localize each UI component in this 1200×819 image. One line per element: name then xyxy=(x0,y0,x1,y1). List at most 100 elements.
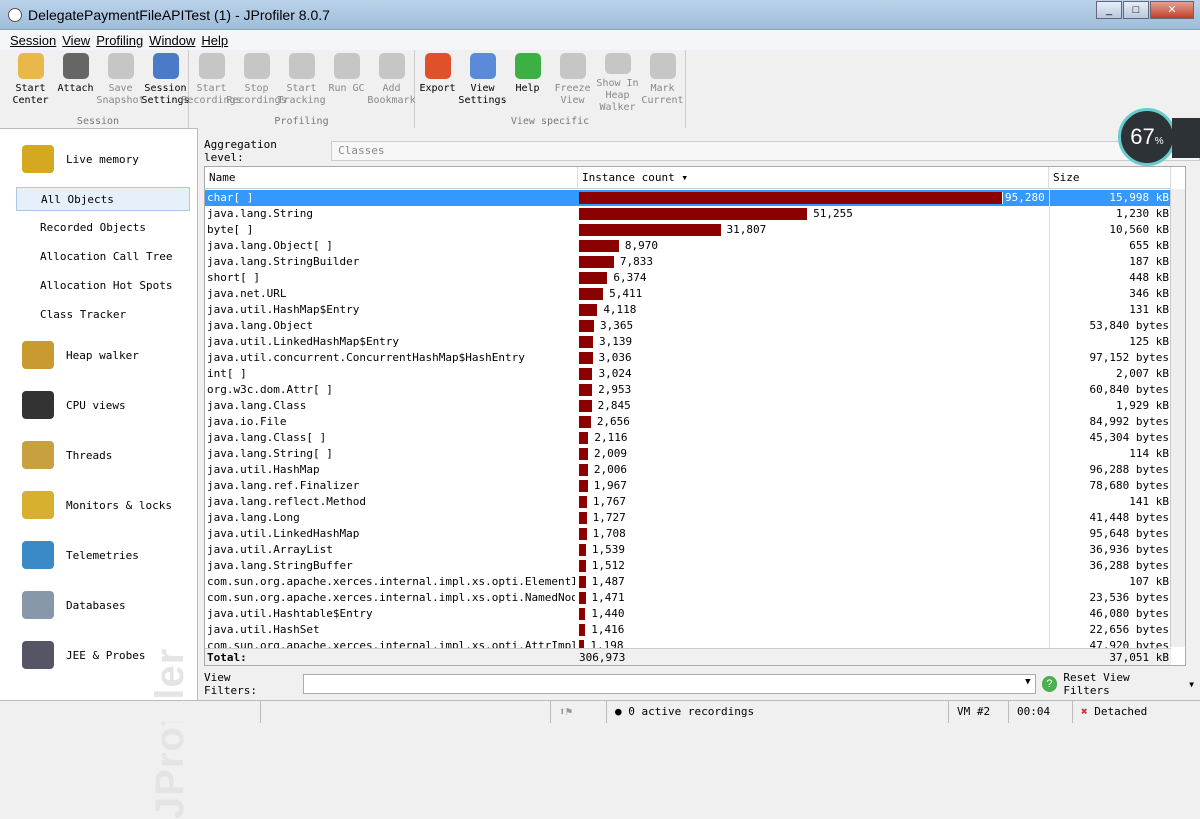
table-row[interactable]: java.util.ArrayList 1,539 36,936 bytes xyxy=(205,542,1171,558)
toolbar-buttons: Export View Settings Help Freeze View Show In H… xyxy=(415,50,685,114)
table-row[interactable]: java.util.concurrent.ConcurrentHashMap$H… xyxy=(205,350,1171,366)
instance-count-bar xyxy=(579,576,586,588)
table-row[interactable]: java.lang.StringBuilder 7,833 187 kB xyxy=(205,254,1171,270)
sidebar-subitem-all-objects[interactable]: All Objects xyxy=(16,187,190,211)
reset-view-filters-button[interactable]: ? Reset View Filters ▼ xyxy=(1041,671,1194,697)
instance-count: 6,374 xyxy=(613,271,647,284)
close-button[interactable]: ✕ xyxy=(1150,1,1194,19)
table-row[interactable]: java.util.HashSet 1,416 22,656 bytes xyxy=(205,622,1171,638)
export-button[interactable]: Export xyxy=(415,50,460,114)
sidebar-item-cpu-views[interactable]: CPU views xyxy=(22,391,126,419)
table-row[interactable]: java.util.LinkedHashMap 1,708 95,648 bytes xyxy=(205,526,1171,542)
toolbar-buttons: Start Center Attach Save Snapshot Session Sett… xyxy=(8,50,190,114)
instance-count-bar xyxy=(579,400,592,412)
instance-count: 2,953 xyxy=(598,383,632,396)
add-bookmark-button[interactable]: Add Bookmark xyxy=(367,50,416,114)
size: 655 kB xyxy=(1049,238,1169,254)
menu-help[interactable]: Help xyxy=(201,33,228,48)
instance-count: 3,024 xyxy=(598,367,632,380)
table-row[interactable]: java.lang.Class[ ] 2,116 45,304 bytes xyxy=(205,430,1171,446)
aggregation-select[interactable]: Classes xyxy=(331,141,1200,161)
sidebar-item-monitors-locks[interactable]: Monitors & locks xyxy=(22,491,172,519)
table-row[interactable]: java.lang.Object[ ] 8,970 655 kB xyxy=(205,238,1171,254)
table-row[interactable]: short[ ] 6,374 448 kB xyxy=(205,270,1171,286)
table-row[interactable]: char[ ] 95,280 15,998 kB xyxy=(205,190,1171,206)
sidebar-subitem-class-tracker[interactable]: Class Tracker xyxy=(16,303,190,327)
table-row[interactable]: com.sun.org.apache.xerces.internal.impl.… xyxy=(205,574,1171,590)
table-row[interactable]: java.util.HashMap 2,006 96,288 bytes xyxy=(205,462,1171,478)
table-row[interactable]: com.sun.org.apache.xerces.internal.impl.… xyxy=(205,638,1171,648)
table-row[interactable]: com.sun.org.apache.xerces.internal.impl.… xyxy=(205,590,1171,606)
sidebar-item-heap-walker[interactable]: Heap walker xyxy=(22,341,139,369)
table-row[interactable]: java.lang.reflect.Method 1,767 141 kB xyxy=(205,494,1171,510)
chevron-down-icon[interactable]: ▼ xyxy=(1189,680,1194,689)
heap-walker-icon xyxy=(604,53,631,74)
table-row[interactable]: java.lang.Class 2,845 1,929 kB xyxy=(205,398,1171,414)
record-icon xyxy=(198,53,225,79)
table-row[interactable]: java.io.File 2,656 84,992 bytes xyxy=(205,414,1171,430)
instance-count: 1,198 xyxy=(590,639,624,648)
table-row[interactable]: java.lang.Long 1,727 41,448 bytes xyxy=(205,510,1171,526)
mark-current-button[interactable]: Mark Current xyxy=(640,50,685,114)
sidebar-subitem-recorded-objects[interactable]: Recorded Objects xyxy=(16,216,190,240)
start-tracking-button[interactable]: Start Tracking xyxy=(277,50,326,114)
instance-count: 1,767 xyxy=(592,495,626,508)
instance-count-bar xyxy=(579,352,593,364)
button-label: Start xyxy=(286,83,317,94)
save-snapshot-button[interactable]: Save Snapshot xyxy=(96,50,145,114)
freeze-view-button[interactable]: Freeze View xyxy=(550,50,595,114)
table-row[interactable]: java.lang.Object 3,365 53,840 bytes xyxy=(205,318,1171,334)
table-row[interactable]: java.lang.ref.Finalizer 1,967 78,680 bytes xyxy=(205,478,1171,494)
size: 95,648 bytes xyxy=(1049,526,1169,542)
column-instance-count[interactable]: Instance count ▾ xyxy=(578,167,1049,189)
table-row[interactable]: java.lang.String[ ] 2,009 114 kB xyxy=(205,446,1171,462)
sidebar-item-jee-probes[interactable]: JEE & Probes xyxy=(22,641,145,669)
instance-count-bar xyxy=(579,544,586,556)
table-row[interactable]: byte[ ] 31,807 10,560 kB xyxy=(205,222,1171,238)
connection-status: ✖ Detached xyxy=(1072,701,1200,723)
class-name: java.util.Hashtable$Entry xyxy=(207,607,373,620)
stop-recordings-button[interactable]: Stop Recordings xyxy=(226,50,287,114)
sidebar-subitem-allocation-hot-spots[interactable]: Allocation Hot Spots xyxy=(16,274,190,298)
column-size[interactable]: Size xyxy=(1049,167,1171,189)
sidebar-item-live-memory[interactable]: Live memory xyxy=(22,145,139,173)
table-row[interactable]: org.w3c.dom.Attr[ ] 2,953 60,840 bytes xyxy=(205,382,1171,398)
run-gc-button[interactable]: Run GC xyxy=(324,50,369,114)
instance-count-bar xyxy=(579,496,587,508)
view-filters-input[interactable]: ▼ xyxy=(303,674,1036,694)
class-name: java.util.LinkedHashMap$Entry xyxy=(207,335,400,348)
minimize-button[interactable]: _ xyxy=(1096,1,1122,19)
menu-view[interactable]: View xyxy=(62,33,90,48)
menu-session[interactable]: Session xyxy=(10,33,56,48)
view-settings-button[interactable]: View Settings xyxy=(458,50,507,114)
table-row[interactable]: java.util.Hashtable$Entry 1,440 46,080 byt… xyxy=(205,606,1171,622)
sidebar-item-label: JEE & Probes xyxy=(66,648,146,662)
maximize-button[interactable]: □ xyxy=(1123,1,1149,19)
menu-bar: Session View Profiling Window Help xyxy=(0,30,1200,50)
instance-count-bar xyxy=(579,640,585,648)
table-row[interactable]: java.lang.String 51,255 1,230 kB xyxy=(205,206,1171,222)
button-label: Help xyxy=(515,83,540,94)
sidebar-item-threads[interactable]: Threads xyxy=(22,441,112,469)
menu-window[interactable]: Window xyxy=(149,33,195,48)
sidebar-item-telemetries[interactable]: Telemetries xyxy=(22,541,139,569)
column-name[interactable]: Name xyxy=(205,167,578,189)
vertical-scrollbar[interactable] xyxy=(1170,189,1185,647)
heap-walker-icon xyxy=(22,341,54,369)
table-row[interactable]: java.lang.StringBuffer 1,512 36,288 bytes xyxy=(205,558,1171,574)
table-row[interactable]: java.net.URL 5,411 346 kB xyxy=(205,286,1171,302)
instance-count-bar xyxy=(579,384,593,396)
table-row[interactable]: int[ ] 3,024 2,007 kB xyxy=(205,366,1171,382)
show-in-heap-walker-button[interactable]: Show In Heap Walker xyxy=(595,50,640,114)
sidebar-subitem-allocation-call-tree[interactable]: Allocation Call Tree xyxy=(16,245,190,269)
help-button[interactable]: Help xyxy=(505,50,550,114)
start-center-button[interactable]: Start Center xyxy=(8,50,53,114)
attach-button[interactable]: Attach xyxy=(53,50,98,114)
dropdown-arrow-icon[interactable]: ▼ xyxy=(1025,677,1030,687)
help-icon xyxy=(514,53,541,79)
sidebar-item-databases[interactable]: Databases xyxy=(22,591,126,619)
menu-profiling[interactable]: Profiling xyxy=(96,33,143,48)
table-row[interactable]: java.util.HashMap$Entry 4,118 131 kB xyxy=(205,302,1171,318)
instance-count: 31,807 xyxy=(726,223,767,236)
table-row[interactable]: java.util.LinkedHashMap$Entry 3,139 125 kB xyxy=(205,334,1171,350)
